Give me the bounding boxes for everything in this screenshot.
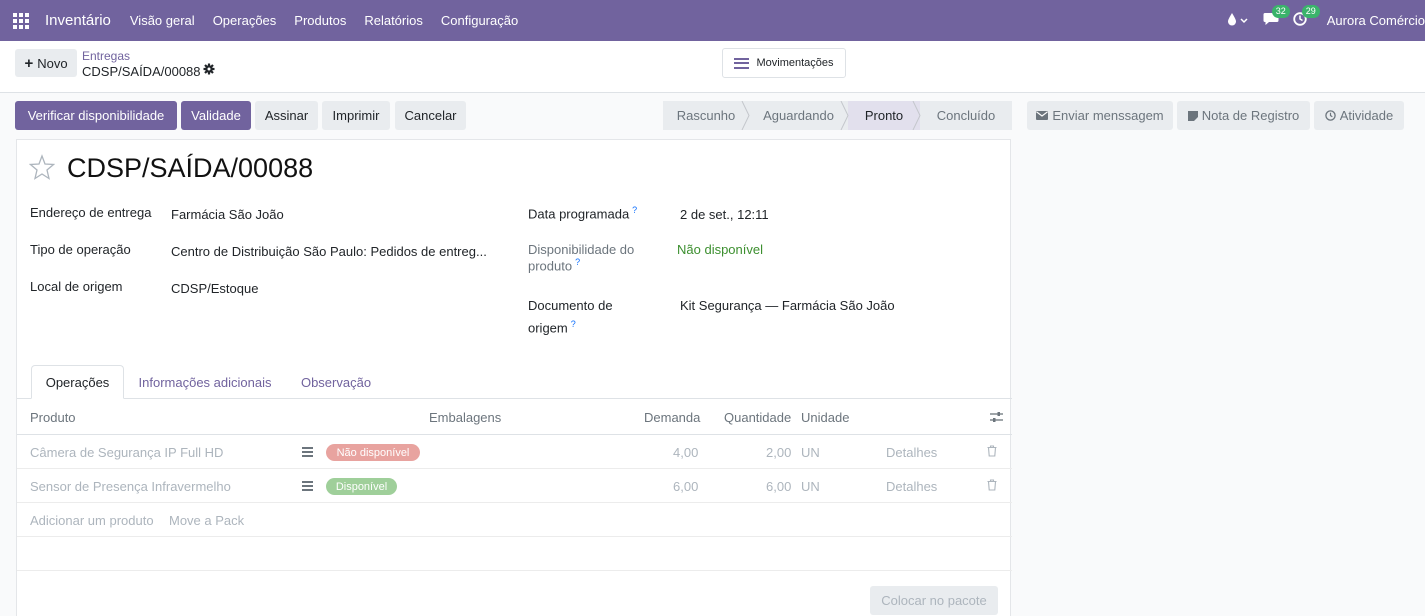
help-icon[interactable]: ? xyxy=(575,257,580,267)
record-title: CDSP/SAÍDA/00088 xyxy=(67,153,314,183)
status-badge: Não disponível xyxy=(326,444,420,461)
operation-type-value[interactable]: Centro de Distribuição São Paulo: Pedido… xyxy=(171,244,489,259)
detail-lines-icon[interactable] xyxy=(302,447,313,457)
detail-lines-icon[interactable] xyxy=(302,481,313,491)
demand-cell: 4,00 xyxy=(673,445,699,460)
menu-operacoes[interactable]: Operações xyxy=(204,13,286,28)
status-arrows xyxy=(741,101,921,130)
add-product-link[interactable]: Adicionar um produto xyxy=(30,513,154,528)
cancel-button[interactable]: Cancelar xyxy=(395,101,466,130)
table-header-row xyxy=(17,400,1012,435)
breadcrumb-parent[interactable]: Entregas xyxy=(82,49,130,63)
details-link[interactable]: Detalhes xyxy=(886,479,937,494)
breadcrumb-current: CDSP/SAÍDA/00088 xyxy=(82,64,201,79)
trash-icon[interactable] xyxy=(987,479,997,491)
unit-cell: UN xyxy=(801,445,820,460)
source-location-value[interactable]: CDSP/Estoque xyxy=(171,281,258,296)
tab-observacao[interactable]: Observação xyxy=(287,365,385,399)
help-icon[interactable]: ? xyxy=(571,319,576,329)
quantity-cell[interactable]: 6,00 xyxy=(766,479,791,494)
menu-relatorios[interactable]: Relatórios xyxy=(355,13,432,28)
details-link[interactable]: Detalhes xyxy=(886,445,937,460)
tab-informacoes-adicionais[interactable]: Informações adicionais xyxy=(127,365,283,399)
envelope-icon xyxy=(1036,111,1049,120)
operation-type-label: Tipo de operação xyxy=(30,242,131,257)
table-row[interactable]: Câmera de Segurança IP Full HD Não dispo… xyxy=(17,435,1012,469)
plus-icon: + xyxy=(24,54,34,72)
apps-menu-icon[interactable] xyxy=(13,12,29,29)
note-icon xyxy=(1187,110,1198,121)
print-button[interactable]: Imprimir xyxy=(322,101,390,130)
tab-operacoes[interactable]: Operações xyxy=(31,365,124,399)
delivery-address-value[interactable]: Farmácia São João xyxy=(171,207,284,222)
demand-cell: 6,00 xyxy=(673,479,699,494)
availability-label: Disponibilidade do produto? xyxy=(528,242,635,274)
source-location-label: Local de origem xyxy=(30,279,123,294)
unit-cell: UN xyxy=(801,479,820,494)
moves-smart-button[interactable]: Movimentações xyxy=(722,48,846,78)
list-icon xyxy=(734,57,750,69)
trash-icon[interactable] xyxy=(987,445,997,457)
validate-button[interactable]: Validade xyxy=(181,101,251,130)
put-in-pack-button[interactable]: Colocar no pacote xyxy=(870,586,998,615)
company-switcher[interactable]: Aurora Comércio xyxy=(1327,13,1425,28)
new-button[interactable]: + Novo xyxy=(15,49,77,77)
scheduled-date-value[interactable]: 2 de set., 12:11 xyxy=(680,207,769,222)
messages-icon[interactable]: 32 xyxy=(1263,5,1290,29)
product-cell[interactable]: Sensor de Presença Infravermelho xyxy=(30,479,231,494)
source-document-value[interactable]: Kit Segurança — Farmácia São João xyxy=(680,298,895,313)
help-icon[interactable]: ? xyxy=(632,205,637,215)
sign-button[interactable]: Assinar xyxy=(255,101,318,130)
gear-icon[interactable] xyxy=(203,63,215,78)
debug-droplet-icon[interactable] xyxy=(1227,12,1249,29)
app-name[interactable]: Inventário xyxy=(45,12,111,29)
form-sheet: CDSP/SAÍDA/00088 Endereço de entrega Far… xyxy=(16,139,1012,616)
menu-visao-geral[interactable]: Visão geral xyxy=(121,13,204,28)
table-empty-row xyxy=(17,537,1012,571)
menu-configuracao[interactable]: Configuração xyxy=(432,13,527,28)
log-note-button[interactable]: Nota de Registro xyxy=(1177,101,1310,130)
clock-icon xyxy=(1325,110,1336,121)
favorite-star-icon[interactable] xyxy=(29,154,55,180)
status-bar: Rascunho Aguardando Pronto Concluído xyxy=(663,101,1012,130)
messages-badge: 32 xyxy=(1271,5,1290,18)
check-availability-button[interactable]: Verificar disponibilidade xyxy=(15,101,177,130)
move-pack-link[interactable]: Move a Pack xyxy=(169,513,244,528)
table-row[interactable]: Sensor de Presença Infravermelho Disponí… xyxy=(17,469,1012,503)
source-document-label: Documento de origem? xyxy=(528,298,613,336)
send-message-button[interactable]: Enviar menssagem xyxy=(1027,101,1173,130)
menu-produtos[interactable]: Produtos xyxy=(285,13,355,28)
product-cell[interactable]: Câmera de Segurança IP Full HD xyxy=(30,445,223,460)
table-add-row: Adicionar um produto Move a Pack xyxy=(17,503,1012,537)
activity-button[interactable]: Atividade xyxy=(1314,101,1404,130)
delivery-address-label: Endereço de entrega xyxy=(30,205,152,220)
activities-clock-icon[interactable]: 29 xyxy=(1293,5,1320,29)
top-navbar: Inventário Visão geral Operações Produto… xyxy=(0,0,1425,41)
scheduled-date-label: Data programada? xyxy=(528,205,638,222)
activities-badge: 29 xyxy=(1301,5,1320,18)
availability-value: Não disponível xyxy=(677,242,763,257)
quantity-cell[interactable]: 2,00 xyxy=(766,445,791,460)
control-panel: + Novo Entregas CDSP/SAÍDA/00088 Movimen… xyxy=(0,41,1425,93)
status-badge: Disponível xyxy=(326,478,397,495)
